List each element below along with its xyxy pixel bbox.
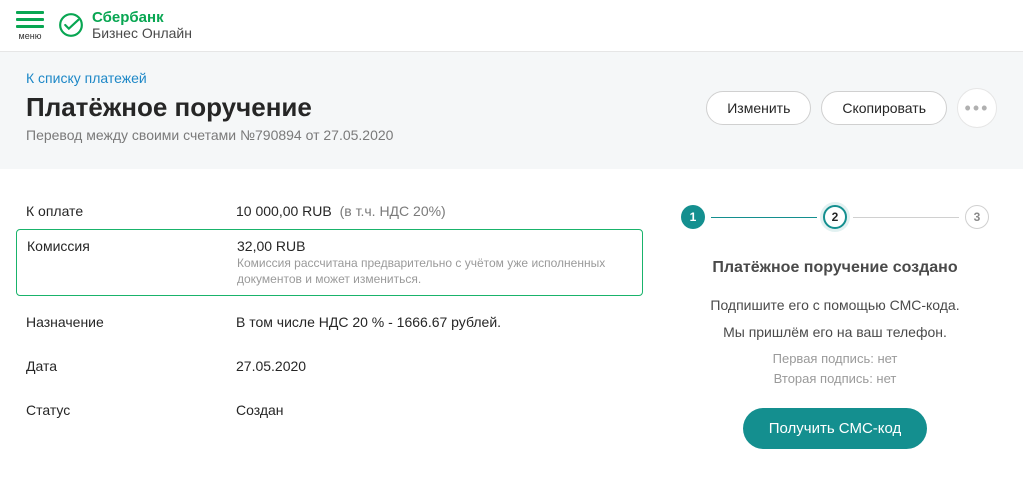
- copy-button[interactable]: Скопировать: [821, 91, 947, 125]
- fee-label: Комиссия: [27, 238, 237, 254]
- menu-label: меню: [19, 31, 42, 41]
- detail-row-status: Статус Создан: [26, 394, 633, 426]
- date-label: Дата: [26, 358, 236, 374]
- more-actions-button[interactable]: •••: [957, 88, 997, 128]
- edit-button[interactable]: Изменить: [706, 91, 811, 125]
- signature-1: Первая подпись: нет: [673, 349, 997, 369]
- purpose-value: В том числе НДС 20 % - 1666.67 рублей.: [236, 314, 633, 330]
- detail-row-amount: К оплате 10 000,00 RUB (в т.ч. НДС 20%): [26, 195, 633, 227]
- fee-highlight-box: Комиссия 32,00 RUB Комиссия рассчитана п…: [16, 229, 643, 296]
- amount-label: К оплате: [26, 203, 236, 219]
- wizard-column: 1 2 3 Платёжное поручение создано Подпиш…: [673, 195, 997, 449]
- menu-button[interactable]: меню: [16, 11, 44, 41]
- page-header-area: К списку платежей Платёжное поручение Пе…: [0, 52, 1023, 169]
- amount-suffix: (в т.ч. НДС 20%): [340, 203, 446, 219]
- hamburger-icon: [16, 11, 44, 28]
- detail-row-fee: Комиссия 32,00 RUB: [27, 238, 632, 254]
- fee-note: Комиссия рассчитана предварительно с учё…: [237, 256, 632, 287]
- ellipsis-icon: •••: [965, 98, 990, 119]
- details-column: К оплате 10 000,00 RUB (в т.ч. НДС 20%) …: [26, 195, 633, 449]
- detail-row-date: Дата 27.05.2020: [26, 350, 633, 382]
- sberbank-logo-icon: [58, 12, 84, 38]
- brand-bottom: Бизнес Онлайн: [92, 26, 192, 41]
- back-link[interactable]: К списку платежей: [26, 70, 147, 86]
- app-header: меню Сбербанк Бизнес Онлайн: [0, 0, 1023, 52]
- detail-row-purpose: Назначение В том числе НДС 20 % - 1666.6…: [26, 306, 633, 338]
- stepper: 1 2 3: [673, 205, 997, 229]
- get-sms-code-button[interactable]: Получить СМС-код: [743, 408, 928, 449]
- wizard-title: Платёжное поручение создано: [673, 259, 997, 277]
- status-value: Создан: [236, 402, 633, 418]
- wizard-text-2: Мы пришлём его на ваш телефон.: [673, 322, 997, 343]
- brand-logo[interactable]: Сбербанк Бизнес Онлайн: [58, 10, 192, 42]
- fee-value: 32,00 RUB: [237, 238, 632, 254]
- signature-2: Вторая подпись: нет: [673, 369, 997, 389]
- status-label: Статус: [26, 402, 236, 418]
- brand-top: Сбербанк: [92, 10, 192, 27]
- step-3: 3: [965, 205, 989, 229]
- step-2: 2: [823, 205, 847, 229]
- page-subtitle: Перевод между своими счетами №790894 от …: [26, 127, 393, 143]
- amount-value: 10 000,00 RUB (в т.ч. НДС 20%): [236, 203, 633, 219]
- wizard-text-1: Подпишите его с помощью СМС-кода.: [673, 295, 997, 316]
- step-1: 1: [681, 205, 705, 229]
- amount-value-text: 10 000,00 RUB: [236, 203, 332, 219]
- purpose-label: Назначение: [26, 314, 236, 330]
- page-title: Платёжное поручение: [26, 92, 393, 123]
- step-line-1: [711, 217, 817, 218]
- date-value: 27.05.2020: [236, 358, 633, 374]
- step-line-2: [853, 217, 959, 218]
- brand-text: Сбербанк Бизнес Онлайн: [92, 10, 192, 42]
- content-area: К оплате 10 000,00 RUB (в т.ч. НДС 20%) …: [0, 169, 1023, 475]
- action-bar: Изменить Скопировать •••: [706, 88, 997, 128]
